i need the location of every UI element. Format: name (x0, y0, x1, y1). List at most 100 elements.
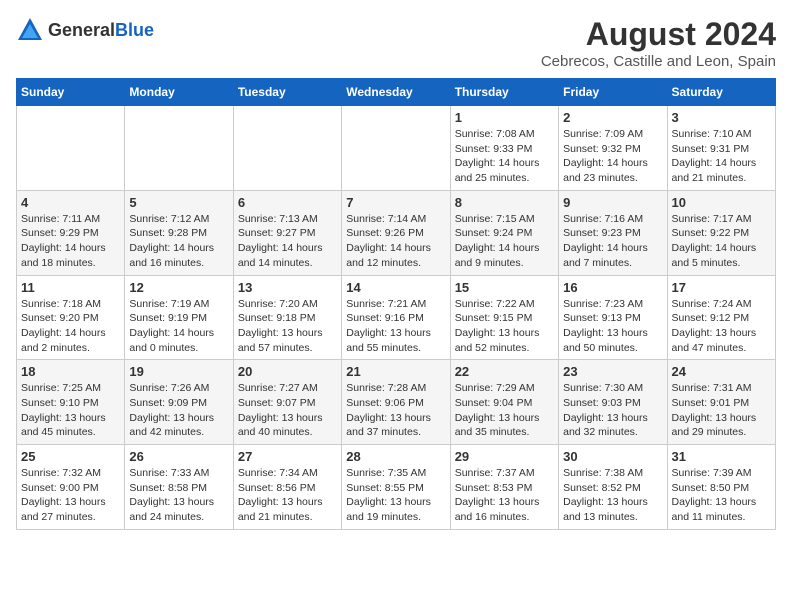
day-detail: Sunrise: 7:13 AM Sunset: 9:27 PM Dayligh… (238, 212, 337, 271)
day-detail: Sunrise: 7:33 AM Sunset: 8:58 PM Dayligh… (129, 466, 228, 525)
day-number: 1 (455, 110, 554, 125)
day-cell: 29 Sunrise: 7:37 AM Sunset: 8:53 PM Dayli… (450, 445, 558, 530)
day-detail: Sunrise: 7:24 AM Sunset: 9:12 PM Dayligh… (672, 297, 771, 356)
day-number: 18 (21, 364, 120, 379)
day-cell: 15 Sunrise: 7:22 AM Sunset: 9:15 PM Dayli… (450, 275, 558, 360)
day-cell: 6 Sunrise: 7:13 AM Sunset: 9:27 PM Daylig… (233, 190, 341, 275)
weekday-header-friday: Friday (559, 79, 667, 106)
day-detail: Sunrise: 7:21 AM Sunset: 9:16 PM Dayligh… (346, 297, 445, 356)
day-number: 25 (21, 449, 120, 464)
day-detail: Sunrise: 7:19 AM Sunset: 9:19 PM Dayligh… (129, 297, 228, 356)
logo-general: General (48, 20, 115, 40)
day-number: 29 (455, 449, 554, 464)
day-detail: Sunrise: 7:32 AM Sunset: 9:00 PM Dayligh… (21, 466, 120, 525)
day-cell: 25 Sunrise: 7:32 AM Sunset: 9:00 PM Dayli… (17, 445, 125, 530)
day-cell: 22Sunrise: 7:29 AM Sunset: 9:04 PM Dayli… (450, 360, 558, 445)
day-cell: 30 Sunrise: 7:38 AM Sunset: 8:52 PM Dayli… (559, 445, 667, 530)
title-area: August 2024 Cebrecos, Castille and Leon,… (541, 16, 776, 70)
day-number: 11 (21, 280, 120, 295)
week-row-4: 18 Sunrise: 7:25 AM Sunset: 9:10 PM Dayli… (17, 360, 776, 445)
day-number: 30 (563, 449, 662, 464)
day-cell: 11 Sunrise: 7:18 AM Sunset: 9:20 PM Dayli… (17, 275, 125, 360)
day-detail: Sunrise: 7:34 AM Sunset: 8:56 PM Dayligh… (238, 466, 337, 525)
weekday-header-saturday: Saturday (667, 79, 775, 106)
day-number: 4 (21, 195, 120, 210)
day-cell (342, 106, 450, 191)
day-cell: 23 Sunrise: 7:30 AM Sunset: 9:03 PM Dayli… (559, 360, 667, 445)
day-detail: Sunrise: 7:35 AM Sunset: 8:55 PM Dayligh… (346, 466, 445, 525)
subtitle: Cebrecos, Castille and Leon, Spain (541, 53, 776, 70)
day-cell: 8Sunrise: 7:15 AM Sunset: 9:24 PM Daylig… (450, 190, 558, 275)
day-cell: 14Sunrise: 7:21 AM Sunset: 9:16 PM Dayli… (342, 275, 450, 360)
week-row-3: 11 Sunrise: 7:18 AM Sunset: 9:20 PM Dayli… (17, 275, 776, 360)
day-detail: Sunrise: 7:16 AM Sunset: 9:23 PM Dayligh… (563, 212, 662, 271)
day-detail: Sunrise: 7:17 AM Sunset: 9:22 PM Dayligh… (672, 212, 771, 271)
day-cell: 12 Sunrise: 7:19 AM Sunset: 9:19 PM Dayli… (125, 275, 233, 360)
week-row-5: 25 Sunrise: 7:32 AM Sunset: 9:00 PM Dayli… (17, 445, 776, 530)
day-number: 28 (346, 449, 445, 464)
day-number: 2 (563, 110, 662, 125)
day-detail: Sunrise: 7:12 AM Sunset: 9:28 PM Dayligh… (129, 212, 228, 271)
day-cell (233, 106, 341, 191)
day-detail: Sunrise: 7:37 AM Sunset: 8:53 PM Dayligh… (455, 466, 554, 525)
day-number: 31 (672, 449, 771, 464)
main-title: August 2024 (541, 16, 776, 53)
day-number: 13 (238, 280, 337, 295)
day-number: 3 (672, 110, 771, 125)
day-number: 9 (563, 195, 662, 210)
day-number: 12 (129, 280, 228, 295)
day-cell: 13 Sunrise: 7:20 AM Sunset: 9:18 PM Dayli… (233, 275, 341, 360)
day-detail: Sunrise: 7:14 AM Sunset: 9:26 PM Dayligh… (346, 212, 445, 271)
logo-icon (16, 16, 44, 44)
day-number: 8 (455, 195, 554, 210)
day-detail: Sunrise: 7:22 AM Sunset: 9:15 PM Dayligh… (455, 297, 554, 356)
day-detail: Sunrise: 7:28 AM Sunset: 9:06 PM Dayligh… (346, 381, 445, 440)
day-number: 15 (455, 280, 554, 295)
day-cell: 27 Sunrise: 7:34 AM Sunset: 8:56 PM Dayli… (233, 445, 341, 530)
day-detail: Sunrise: 7:11 AM Sunset: 9:29 PM Dayligh… (21, 212, 120, 271)
day-number: 10 (672, 195, 771, 210)
day-detail: Sunrise: 7:08 AM Sunset: 9:33 PM Dayligh… (455, 127, 554, 186)
calendar: SundayMondayTuesdayWednesdayThursdayFrid… (16, 78, 776, 530)
logo-blue: Blue (115, 20, 154, 40)
header: GeneralBlue August 2024 Cebrecos, Castil… (16, 16, 776, 70)
day-cell (125, 106, 233, 191)
day-number: 26 (129, 449, 228, 464)
day-cell: 9 Sunrise: 7:16 AM Sunset: 9:23 PM Daylig… (559, 190, 667, 275)
day-cell: 16Sunrise: 7:23 AM Sunset: 9:13 PM Dayli… (559, 275, 667, 360)
day-number: 23 (563, 364, 662, 379)
day-cell: 31 Sunrise: 7:39 AM Sunset: 8:50 PM Dayli… (667, 445, 775, 530)
logo-text: GeneralBlue (48, 20, 154, 41)
week-row-2: 4 Sunrise: 7:11 AM Sunset: 9:29 PM Daylig… (17, 190, 776, 275)
logo: GeneralBlue (16, 16, 154, 44)
day-detail: Sunrise: 7:31 AM Sunset: 9:01 PM Dayligh… (672, 381, 771, 440)
day-number: 21 (346, 364, 445, 379)
weekday-header-thursday: Thursday (450, 79, 558, 106)
day-detail: Sunrise: 7:18 AM Sunset: 9:20 PM Dayligh… (21, 297, 120, 356)
day-cell: 28 Sunrise: 7:35 AM Sunset: 8:55 PM Dayli… (342, 445, 450, 530)
day-cell: 20Sunrise: 7:27 AM Sunset: 9:07 PM Dayli… (233, 360, 341, 445)
weekday-header-sunday: Sunday (17, 79, 125, 106)
day-detail: Sunrise: 7:38 AM Sunset: 8:52 PM Dayligh… (563, 466, 662, 525)
calendar-header: SundayMondayTuesdayWednesdayThursdayFrid… (17, 79, 776, 106)
day-cell: 10 Sunrise: 7:17 AM Sunset: 9:22 PM Dayli… (667, 190, 775, 275)
day-detail: Sunrise: 7:39 AM Sunset: 8:50 PM Dayligh… (672, 466, 771, 525)
day-detail: Sunrise: 7:26 AM Sunset: 9:09 PM Dayligh… (129, 381, 228, 440)
day-number: 27 (238, 449, 337, 464)
weekday-row: SundayMondayTuesdayWednesdayThursdayFrid… (17, 79, 776, 106)
day-detail: Sunrise: 7:30 AM Sunset: 9:03 PM Dayligh… (563, 381, 662, 440)
weekday-header-tuesday: Tuesday (233, 79, 341, 106)
day-cell: 1 Sunrise: 7:08 AM Sunset: 9:33 PM Daylig… (450, 106, 558, 191)
day-cell: 7 Sunrise: 7:14 AM Sunset: 9:26 PM Daylig… (342, 190, 450, 275)
day-number: 19 (129, 364, 228, 379)
day-number: 20 (238, 364, 337, 379)
day-detail: Sunrise: 7:20 AM Sunset: 9:18 PM Dayligh… (238, 297, 337, 356)
day-number: 7 (346, 195, 445, 210)
day-cell: 19 Sunrise: 7:26 AM Sunset: 9:09 PM Dayli… (125, 360, 233, 445)
day-cell: 3Sunrise: 7:10 AM Sunset: 9:31 PM Daylig… (667, 106, 775, 191)
day-cell: 2Sunrise: 7:09 AM Sunset: 9:32 PM Daylig… (559, 106, 667, 191)
day-cell: 21 Sunrise: 7:28 AM Sunset: 9:06 PM Dayli… (342, 360, 450, 445)
day-number: 6 (238, 195, 337, 210)
day-detail: Sunrise: 7:25 AM Sunset: 9:10 PM Dayligh… (21, 381, 120, 440)
day-cell (17, 106, 125, 191)
